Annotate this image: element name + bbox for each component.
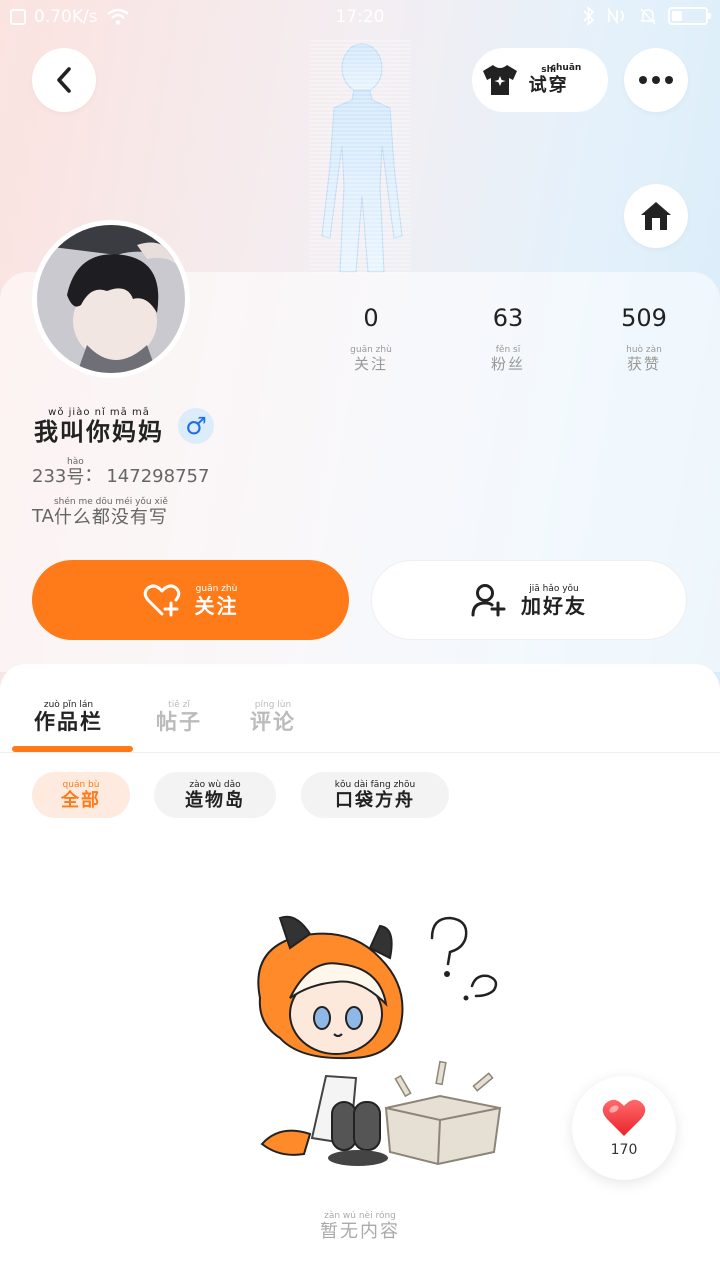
add-friend-pinyin: jiā hǎo yǒu: [529, 583, 579, 594]
tab-posts[interactable]: tiě zǐ 帖子: [156, 688, 202, 733]
bio: TA shén me dōu méi yǒu xiě 什么都没有写: [32, 497, 168, 528]
avatar-image: [37, 225, 185, 373]
silent-mode-icon: [640, 8, 656, 25]
male-gender-icon: ♂: [178, 408, 214, 444]
bio-prefix: TA: [32, 506, 54, 527]
status-bar: 0.70K/s 17:20: [0, 0, 720, 36]
tab-comments-label: 评论: [250, 710, 296, 734]
home-button[interactable]: [624, 184, 688, 248]
heart-plus-icon: [143, 584, 180, 617]
stat-likes-value: 509: [621, 304, 667, 332]
add-friend-label: 加好友: [521, 593, 587, 618]
content-area: zuò pǐn lán 作品栏 tiě zǐ 帖子 píng lùn 评论 quán …: [0, 664, 720, 1280]
back-button[interactable]: [32, 48, 96, 112]
avatar[interactable]: [32, 220, 190, 378]
empty-state-pinyin: zàn wú nèi róng: [324, 1211, 396, 1221]
nickname-row: wǒ jiào nǐ mā mā 我叫你妈妈 ♂: [34, 408, 214, 444]
tab-bar: zuò pǐn lán 作品栏 tiě zǐ 帖子 píng lùn 评论: [0, 664, 720, 753]
filter-pocket-ark[interactable]: kǒu dài fāng zhōu 口袋方舟: [301, 772, 449, 818]
stats-row: 0 guān zhù 关注 63 fěn sī 粉丝 509 huò zàn 获赞: [300, 304, 720, 374]
stat-following-value: 0: [363, 304, 379, 332]
stat-likes[interactable]: 509 huò zàn 获赞: [589, 304, 699, 372]
bio-text: 什么都没有写: [53, 507, 168, 528]
stat-likes-label: 获赞: [626, 355, 661, 373]
follow-pinyin: guān zhù: [195, 583, 238, 594]
like-fab[interactable]: 170: [572, 1076, 676, 1180]
stat-fans-label: 粉丝: [490, 355, 525, 373]
user-id[interactable]: 233 hào 号 ： 147298757: [32, 457, 210, 488]
follow-label: 关注: [194, 593, 239, 618]
tab-comments[interactable]: píng lùn 评论: [250, 688, 296, 733]
tshirt-icon: [482, 65, 517, 95]
nickname: 我叫你妈妈: [34, 418, 164, 446]
nfc-icon: [608, 7, 624, 25]
add-person-icon: [471, 584, 506, 617]
tab-works-label: 作品栏: [34, 710, 103, 734]
id-colon: ：: [84, 465, 103, 486]
like-count: 170: [610, 1142, 638, 1158]
bio-pinyin: shén me dōu méi yǒu xiě: [53, 497, 168, 507]
filter-pocket-ark-pinyin: kǒu dài fāng zhōu: [334, 779, 416, 790]
stat-fans-pinyin: fěn sī: [495, 345, 521, 355]
empty-state-label: 暂无内容: [320, 1221, 400, 1242]
id-hao-pinyin: hào: [66, 457, 84, 467]
tryon-pinyin-2: chuān: [550, 62, 582, 73]
id-value: 147298757: [106, 466, 210, 487]
filter-all-label: 全部: [61, 789, 101, 811]
stat-fans-value: 63: [492, 304, 524, 332]
nickname-pinyin: wǒ jiào nǐ mā mā: [48, 407, 150, 418]
follow-button[interactable]: guān zhù 关注: [32, 560, 349, 640]
tab-posts-pinyin: tiě zǐ: [168, 700, 190, 710]
stat-following-label: 关注: [353, 355, 388, 373]
avatar-3d-model[interactable]: [290, 36, 430, 276]
tab-posts-label: 帖子: [156, 710, 202, 734]
tab-works[interactable]: zuò pǐn lán 作品栏: [34, 688, 103, 733]
bluetooth-icon: [583, 6, 595, 26]
empty-state-illustration: [257, 915, 502, 1166]
filter-all[interactable]: quán bù 全部: [32, 772, 130, 818]
chevron-left-icon: [57, 67, 71, 93]
heart-icon: [602, 1099, 646, 1136]
filter-creation-island-label: 造物岛: [185, 789, 245, 811]
battery-icon: [668, 7, 711, 25]
tab-works-pinyin: zuò pǐn lán: [43, 700, 94, 710]
filter-pocket-ark-label: 口袋方舟: [334, 789, 415, 811]
stat-following[interactable]: 0 guān zhù 关注: [316, 304, 426, 372]
id-hao: 号: [66, 467, 85, 488]
more-icon: [639, 76, 673, 84]
add-friend-button[interactable]: jiā hǎo yǒu 加好友: [371, 560, 687, 640]
filter-creation-island[interactable]: zào wù dǎo 造物岛: [154, 772, 276, 818]
active-tab-indicator: [12, 746, 133, 752]
stat-likes-pinyin: huò zàn: [626, 345, 662, 355]
more-button[interactable]: [624, 48, 688, 112]
id-prefix: 233: [32, 466, 67, 487]
filter-all-pinyin: quán bù: [62, 779, 100, 790]
stat-fans[interactable]: 63 fěn sī 粉丝: [453, 304, 563, 372]
home-icon: [641, 202, 671, 230]
filter-creation-island-pinyin: zào wù dǎo: [189, 779, 241, 790]
empty-state-text: zàn wú nèi róng 暂无内容: [0, 1212, 720, 1241]
stat-following-pinyin: guān zhù: [350, 345, 392, 355]
tab-comments-pinyin: píng lùn: [254, 700, 292, 710]
tryon-label: 试穿: [528, 74, 569, 96]
try-on-button[interactable]: shì 试穿 chuān: [472, 48, 608, 112]
